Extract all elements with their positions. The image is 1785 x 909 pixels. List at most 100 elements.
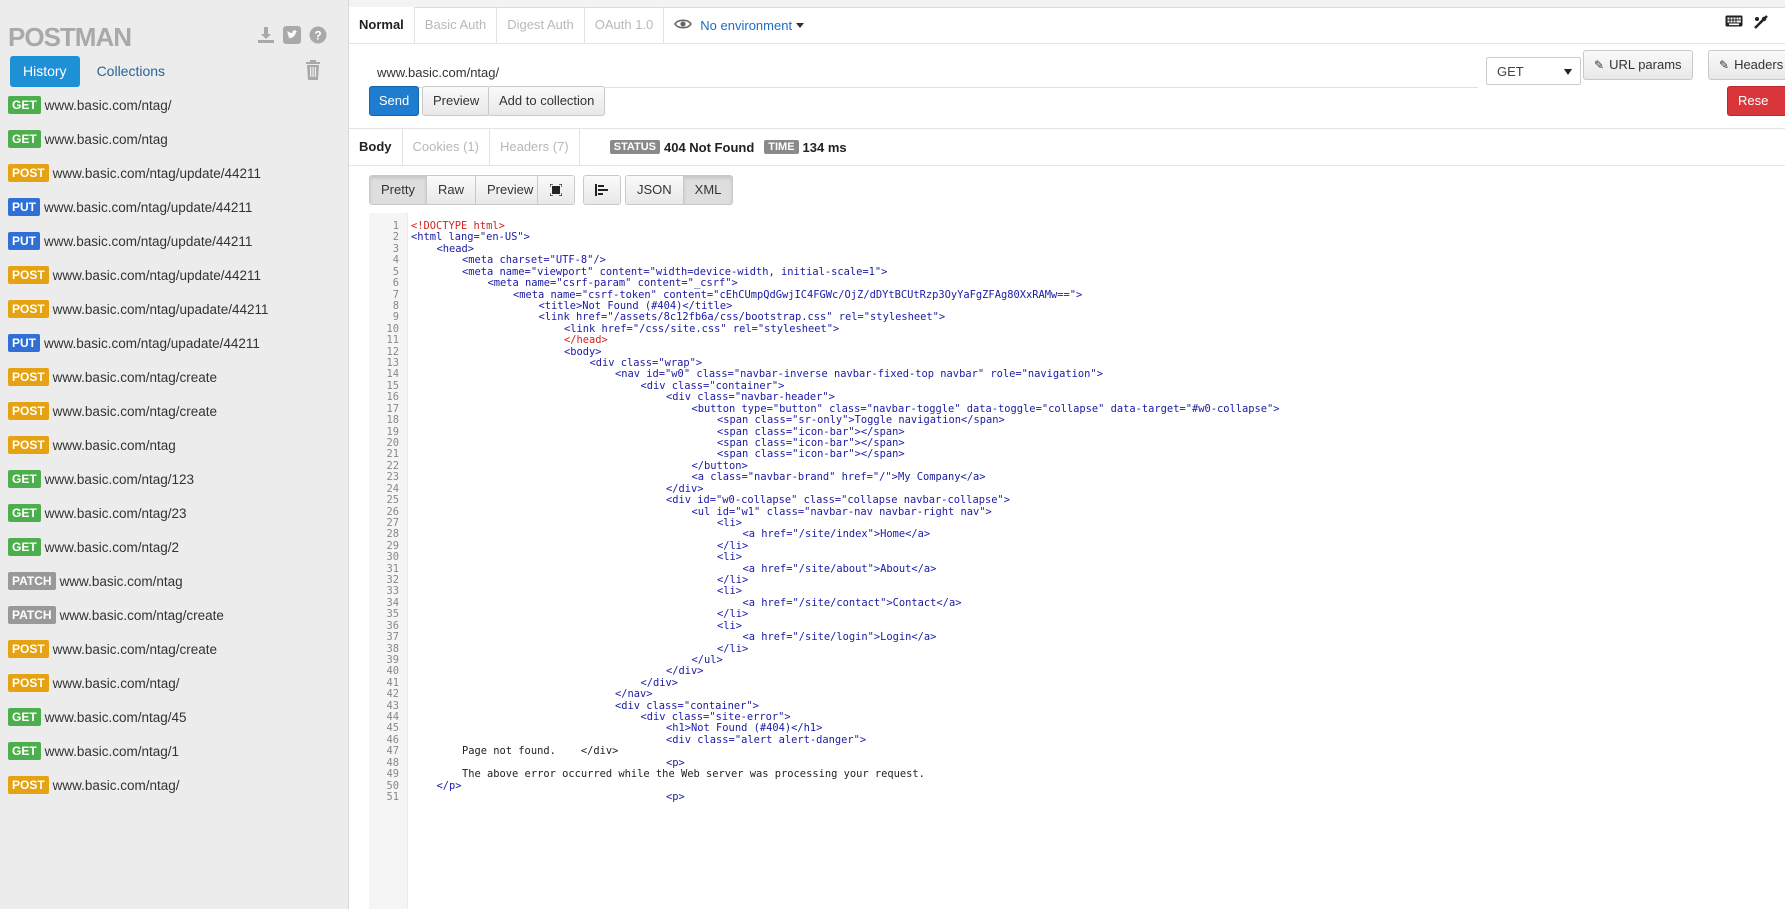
response-tabs: Body Cookies (1) Headers (7) STATUS 404 … — [349, 129, 847, 165]
method-badge: PUT — [8, 232, 40, 250]
sidebar: POSTMAN ? History Collections GET www.bas… — [0, 0, 349, 909]
code-text: <meta charset="UTF-8"/> — [462, 254, 606, 267]
tab-history[interactable]: History — [10, 56, 80, 87]
history-url: www.basic.com/ntag/update/44211 — [52, 165, 262, 181]
history-url: www.basic.com/ntag/create — [52, 369, 217, 385]
preview-response-button[interactable]: Preview — [475, 176, 545, 204]
method-badge: GET — [8, 96, 41, 114]
history-item[interactable]: PUT www.basic.com/ntag/update/44211 — [0, 224, 348, 258]
help-icon[interactable]: ? — [309, 26, 327, 44]
tab-body[interactable]: Body — [349, 129, 403, 165]
download-icon[interactable] — [257, 26, 275, 44]
code-text: <span class="sr-only">Toggle navigation<… — [717, 414, 1005, 427]
eye-icon[interactable] — [674, 18, 693, 33]
code-text: <li> — [717, 516, 743, 529]
tab-cookies[interactable]: Cookies (1) — [403, 129, 490, 165]
response-code-view[interactable]: 1 <!DOCTYPE html> 2 <html lang="en-US"> 3 <he… — [369, 213, 1779, 909]
history-item[interactable]: GET www.basic.com/ntag/ — [0, 88, 348, 122]
history-item[interactable]: POST www.basic.com/ntag/update/44211 — [0, 258, 348, 292]
add-to-collection-button[interactable]: Add to collection — [488, 86, 606, 116]
code-text: <a href="/site/contact">Contact</a> — [742, 596, 962, 609]
code-text: </li> — [717, 608, 749, 621]
tab-digest-auth[interactable]: Digest Auth — [497, 7, 585, 43]
line-number: 49 — [386, 768, 399, 781]
xml-button[interactable]: XML — [683, 176, 733, 204]
wrap-button[interactable] — [583, 175, 621, 205]
history-url: www.basic.com/ntag/ — [44, 97, 172, 113]
tab-normal[interactable]: Normal — [349, 7, 415, 43]
keyboard-icon[interactable] — [1725, 14, 1743, 33]
tab-oauth[interactable]: OAuth 1.0 — [585, 7, 665, 43]
code-text: </nav> — [615, 688, 653, 701]
divider — [349, 165, 1785, 166]
history-item[interactable]: POST www.basic.com/ntag/create — [0, 360, 348, 394]
history-list: GET www.basic.com/ntag/GET www.basic.com/n… — [0, 88, 348, 802]
response-status: STATUS 404 Not Found TIME 134 ms — [609, 140, 847, 155]
history-item[interactable]: PATCH www.basic.com/ntag — [0, 564, 348, 598]
chevron-down-icon — [796, 22, 805, 28]
history-item[interactable]: POST www.basic.com/ntag/ — [0, 768, 348, 802]
send-button[interactable]: Send — [369, 86, 419, 116]
history-item[interactable]: GET www.basic.com/ntag/123 — [0, 462, 348, 496]
history-item[interactable]: POST www.basic.com/ntag — [0, 428, 348, 462]
history-item[interactable]: POST www.basic.com/ntag/update/44211 — [0, 156, 348, 190]
history-url: www.basic.com/ntag/update/44211 — [44, 233, 253, 249]
history-item[interactable]: PATCH www.basic.com/ntag/create — [0, 598, 348, 632]
auth-tabs: Normal Basic Auth Digest Auth OAuth 1.0 … — [349, 7, 805, 43]
tab-basic-auth[interactable]: Basic Auth — [415, 7, 498, 43]
reset-button[interactable]: Rese — [1727, 86, 1785, 116]
url-input[interactable] — [369, 57, 1478, 88]
method-badge: GET — [8, 538, 41, 556]
headers-button[interactable]: ✎ Headers ( — [1708, 50, 1785, 80]
method-badge: POST — [8, 640, 49, 658]
url-params-label: URL params — [1609, 57, 1682, 72]
method-badge: POST — [8, 266, 49, 284]
line-number: 30 — [386, 551, 399, 564]
line-number: 37 — [386, 631, 399, 644]
history-url: www.basic.com/ntag/upadate/44211 — [44, 335, 260, 351]
twitter-icon[interactable] — [283, 26, 301, 44]
code-text: <meta name="csrf-param" content="_csrf"> — [487, 277, 738, 290]
history-item[interactable]: GET www.basic.com/ntag/1 — [0, 734, 348, 768]
history-item[interactable]: POST www.basic.com/ntag/upadate/44211 — [0, 292, 348, 326]
method-badge: POST — [8, 300, 49, 318]
pretty-button[interactable]: Pretty — [370, 176, 427, 204]
history-item[interactable]: POST www.basic.com/ntag/ — [0, 666, 348, 700]
history-item[interactable]: POST www.basic.com/ntag/create — [0, 632, 348, 666]
history-url: www.basic.com/ntag/create — [52, 403, 217, 419]
history-item[interactable]: GET www.basic.com/ntag/2 — [0, 530, 348, 564]
history-url: www.basic.com/ntag — [59, 573, 183, 589]
tab-response-headers[interactable]: Headers (7) — [490, 129, 580, 165]
method-select[interactable]: GET — [1486, 57, 1581, 85]
history-item[interactable]: POST www.basic.com/ntag/create — [0, 394, 348, 428]
url-params-button[interactable]: ✎ URL params — [1583, 50, 1693, 80]
history-item[interactable]: GET www.basic.com/ntag/23 — [0, 496, 348, 530]
method-badge: POST — [8, 402, 49, 420]
environment-dropdown[interactable]: No environment — [674, 18, 805, 33]
method-badge: GET — [8, 742, 41, 760]
svg-text:?: ? — [314, 29, 321, 43]
history-url: www.basic.com/ntag/update/44211 — [52, 267, 262, 283]
divider — [349, 43, 1785, 44]
preview-button[interactable]: Preview — [422, 86, 491, 116]
method-badge: POST — [8, 674, 49, 692]
fullscreen-button[interactable] — [537, 175, 575, 205]
history-item[interactable]: GET www.basic.com/ntag/45 — [0, 700, 348, 734]
sidebar-tabs: History Collections — [10, 56, 178, 87]
json-button[interactable]: JSON — [626, 176, 684, 204]
history-item[interactable]: PUT www.basic.com/ntag/update/44211 — [0, 190, 348, 224]
history-item[interactable]: GET www.basic.com/ntag — [0, 122, 348, 156]
time-label: TIME — [764, 140, 799, 154]
code-text: <div id="w0-collapse" class="collapse na… — [666, 494, 1011, 507]
raw-button[interactable]: Raw — [426, 176, 476, 204]
method-badge: PUT — [8, 198, 40, 216]
history-url: www.basic.com/ntag/upadate/44211 — [52, 301, 269, 317]
settings-wrench-icon[interactable] — [1753, 14, 1769, 33]
trash-icon[interactable] — [305, 60, 321, 83]
main-panel: Normal Basic Auth Digest Auth OAuth 1.0 … — [349, 7, 1785, 909]
sidebar-toolbar: ? — [257, 26, 327, 44]
history-item[interactable]: PUT www.basic.com/ntag/upadate/44211 — [0, 326, 348, 360]
method-badge: POST — [8, 164, 49, 182]
method-select-value: GET — [1497, 64, 1524, 79]
tab-collections[interactable]: Collections — [84, 56, 178, 87]
